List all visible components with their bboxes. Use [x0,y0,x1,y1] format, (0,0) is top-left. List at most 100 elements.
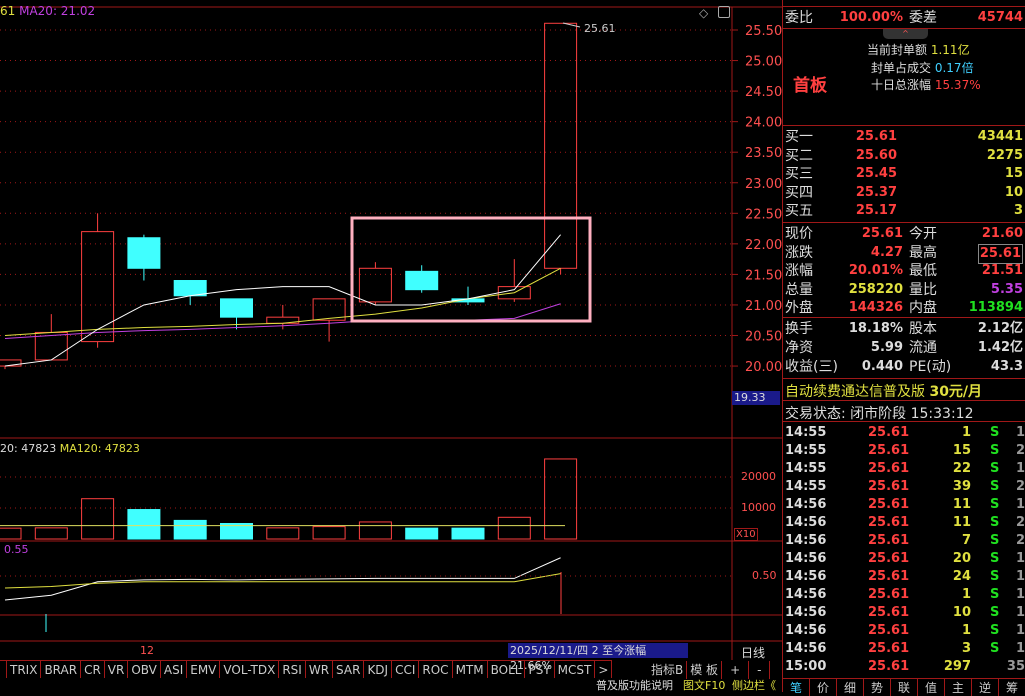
tick-side: S [990,515,1000,530]
panel-tab[interactable]: 势 [864,679,891,696]
tick-time: 14:55 [785,443,827,458]
status-bar: 2025/12/11/四 2 至今涨幅21.66% [508,643,688,672]
tick-row: 14:55 25.61 39 S 2 [785,478,1025,496]
fund-label: PE(动) [909,359,952,375]
indicator-tab[interactable]: BRAR [41,661,82,678]
f10-link[interactable]: 图文F10 [683,679,725,692]
tick-price: 25.61 [868,515,910,530]
fund-value: 2.12亿 [977,321,1023,336]
panel-toggle-icon[interactable] [718,6,730,18]
quote-value: 113894 [968,300,1023,315]
tick-count: 1 [1015,605,1025,620]
tick-row: 14:56 25.61 1 S 1 [785,586,1025,604]
indicator-tab[interactable]: BOLL [488,661,526,678]
volume-bar [497,516,531,540]
tick-side: S [990,497,1000,512]
quote-label: 最低 [909,263,937,279]
price-tick-label: 20.50 [745,330,782,345]
indicator-tab[interactable]: > [595,661,613,678]
tick-volume: 24 [952,569,971,584]
indicator-tab[interactable]: CCI [392,661,420,678]
tick-price: 25.61 [868,659,910,674]
tick-side: S [990,425,1000,440]
price-tick-label: 24.00 [745,116,782,131]
bid-volume: 2275 [986,147,1023,163]
indicator-tab[interactable]: EMV [187,661,221,678]
indicator-tab[interactable]: TRIX [7,661,42,678]
tick-volume: 15 [952,443,971,458]
fund-label: 净资 [785,340,813,356]
panel-tab[interactable]: 筹 [999,679,1025,696]
price-tick-label: 22.00 [745,238,782,253]
template-button[interactable]: 模 板 [687,661,723,679]
tick-time: 14:55 [785,479,827,494]
indicator-tab[interactable]: ROC [419,661,453,678]
help-link[interactable]: 普及版功能说明 [596,679,673,692]
indicator-tab[interactable]: MTM [453,661,488,678]
quote-label: 涨跌 [785,244,813,261]
diamond-icon[interactable]: ◇ [699,6,708,20]
tick-row: 14:56 25.61 11 S 2 [785,514,1025,532]
indicator-tab[interactable]: ASI [161,661,188,678]
indicator-line-yellow [4,573,561,589]
candle-down [173,280,207,297]
panel-tab[interactable]: 值 [918,679,945,696]
bid-row: 买四 25.37 10 [785,184,1025,202]
sidebar-toggle[interactable]: 侧边栏《 [732,679,776,692]
tick-volume: 11 [952,497,971,512]
indicator-tab[interactable]: PSY [525,661,555,678]
quote-row: 现价 25.61 今开 21.60 [785,225,1025,243]
quote-label: 外盘 [785,300,813,316]
tick-volume: 3 [961,641,971,656]
indicator-tab[interactable]: RSI [279,661,306,678]
tick-price: 25.61 [868,533,910,548]
tick-row: 14:56 25.61 7 S 2 [785,532,1025,550]
vol-ma120: MA120: 47823 [59,442,140,455]
bid-volume: 3 [1013,203,1023,218]
indicator-tab[interactable]: CR [81,661,105,678]
quote-row: 总量 258220 量比 5.35 [785,281,1025,299]
trade-status: 交易状态: 闭市阶段 15:33:12 [785,406,974,422]
collapse-icon[interactable]: ^ [883,29,928,39]
indicator-tab[interactable]: MCST [555,661,596,678]
price-tick-label: 21.00 [745,299,782,314]
tick-count: 2 [1015,515,1025,530]
panel-tab[interactable]: 笔 [783,679,810,696]
indicator-tab[interactable]: OBV [128,661,161,678]
zoom-in-button[interactable]: + [722,661,750,679]
kline-chart[interactable]: 25.50 25.00 24.50 24.00 23.50 23.00 22.50 22.00… [0,0,782,660]
indicator-tab[interactable]: SAR [333,661,365,678]
period-button[interactable]: 日线 [741,644,765,661]
seal-amount: 当前封单额 1.11亿 [867,43,970,57]
price-tick-label: 23.50 [745,146,782,161]
indicator-tab[interactable]: VR [105,661,129,678]
panel-tab[interactable]: 细 [837,679,864,696]
indicator-b-button[interactable]: 指标B [648,661,688,679]
volume-bar [81,498,115,540]
bid-label: 买三 [785,166,813,182]
bid-label: 买四 [785,184,813,201]
promo-banner[interactable]: 自动续费通达信普及版 30元/月 [785,381,982,401]
wc-label: 委差 [909,10,937,26]
bid-price: 25.60 [855,147,897,163]
tab-overflow[interactable] [0,661,7,678]
indicator-tick: 0.50 [752,569,777,582]
panel-tab[interactable]: 联 [891,679,918,696]
indicator-tab[interactable]: VOL-TDX [220,661,280,678]
fund-label: 收益(三) [785,359,838,375]
tick-time: 14:56 [785,569,827,584]
tick-row: 14:55 25.61 1 S 1 [785,424,1025,442]
panel-tab[interactable]: 价 [810,679,837,696]
zoom-out-button[interactable]: - [749,661,771,679]
bid-price: 25.17 [855,203,897,218]
indicator-tab[interactable]: KDJ [364,661,393,678]
fund-row: 收益(三) 0.440 PE(动) 43.3 [785,358,1025,376]
vol-tick: 20000 [741,470,776,483]
tick-price: 25.61 [868,479,910,494]
quote-row: 涨跌 4.27 最高 25.61 [785,243,1025,264]
indicator-tab[interactable]: WR [306,661,334,678]
volume-bar [405,527,439,540]
panel-tab[interactable]: 主 [945,679,972,696]
panel-tab[interactable]: 逆 [972,679,999,696]
price-tick-label: 24.50 [745,85,782,100]
